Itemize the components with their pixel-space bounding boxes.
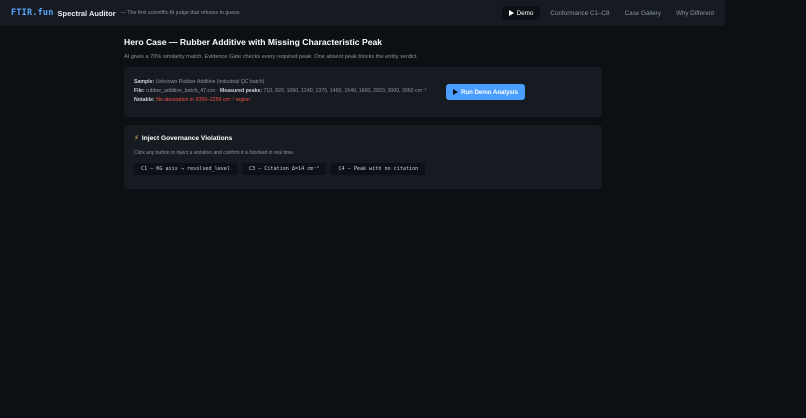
- app-tagline: — The first scientific AI judge that ref…: [120, 10, 240, 16]
- notable-value: No absorption in 2050–2250 cm⁻¹ region: [156, 97, 251, 103]
- governance-card: ⚡ Inject Governance Violations Click any…: [124, 125, 602, 189]
- violation-c4-button[interactable]: C4 — Peak with no citation: [331, 163, 426, 175]
- file-value: rubber_additive_batch_47.csv: [146, 88, 216, 94]
- play-icon: [452, 89, 458, 95]
- app-title: Spectral Auditor: [57, 8, 116, 18]
- main-content: Hero Case — Rubber Additive with Missing…: [124, 37, 602, 189]
- sample-value: Unknown Rubber Additive (industrial QC b…: [155, 79, 265, 85]
- brand-logo[interactable]: FTIR.fun: [11, 8, 54, 18]
- governance-title-text: Inject Governance Violations: [141, 134, 233, 142]
- peaks-label: Measured peaks:: [219, 88, 263, 94]
- nav-links: Demo Conformance C1–C8 Case Gallery Why …: [501, 0, 714, 26]
- run-demo-label: Run Demo Analysis: [460, 88, 518, 96]
- play-icon: [508, 10, 514, 16]
- page-title: Hero Case — Rubber Additive with Missing…: [124, 37, 383, 47]
- run-demo-button[interactable]: Run Demo Analysis: [446, 84, 525, 100]
- file-label: File:: [134, 88, 145, 94]
- violation-buttons: C1 — KG axis → resolved_level C3 — Citat…: [134, 163, 592, 175]
- nav-link-why-different[interactable]: Why Different: [676, 10, 714, 17]
- separator: ·: [216, 88, 219, 94]
- lightning-icon: ⚡: [134, 135, 139, 142]
- peaks-value: 710, 820, 1060, 1240, 1375, 1460, 1540, …: [263, 88, 427, 94]
- violation-c1-button[interactable]: C1 — KG axis → resolved_level: [134, 163, 237, 175]
- nav-link-case-gallery[interactable]: Case Gallery: [625, 10, 661, 17]
- notable-label: Notable:: [134, 97, 155, 103]
- nav-link-conformance[interactable]: Conformance C1–C8: [550, 10, 609, 17]
- sample-card: Sample: Unknown Rubber Additive (industr…: [124, 67, 602, 117]
- demo-button[interactable]: Demo: [501, 6, 541, 20]
- governance-hint: Click any button to inject a violation a…: [134, 150, 295, 156]
- sample-label: Sample:: [134, 79, 155, 85]
- page-subtitle: AI gives a 70% similarity match. Evidenc…: [124, 54, 419, 60]
- violation-c3-button[interactable]: C3 — Citation Δ=14 cm⁻¹: [241, 163, 327, 175]
- demo-label: Demo: [516, 9, 534, 17]
- governance-title: ⚡ Inject Governance Violations: [134, 134, 592, 143]
- top-nav: FTIR.fun Spectral Auditor — The first sc…: [0, 0, 725, 26]
